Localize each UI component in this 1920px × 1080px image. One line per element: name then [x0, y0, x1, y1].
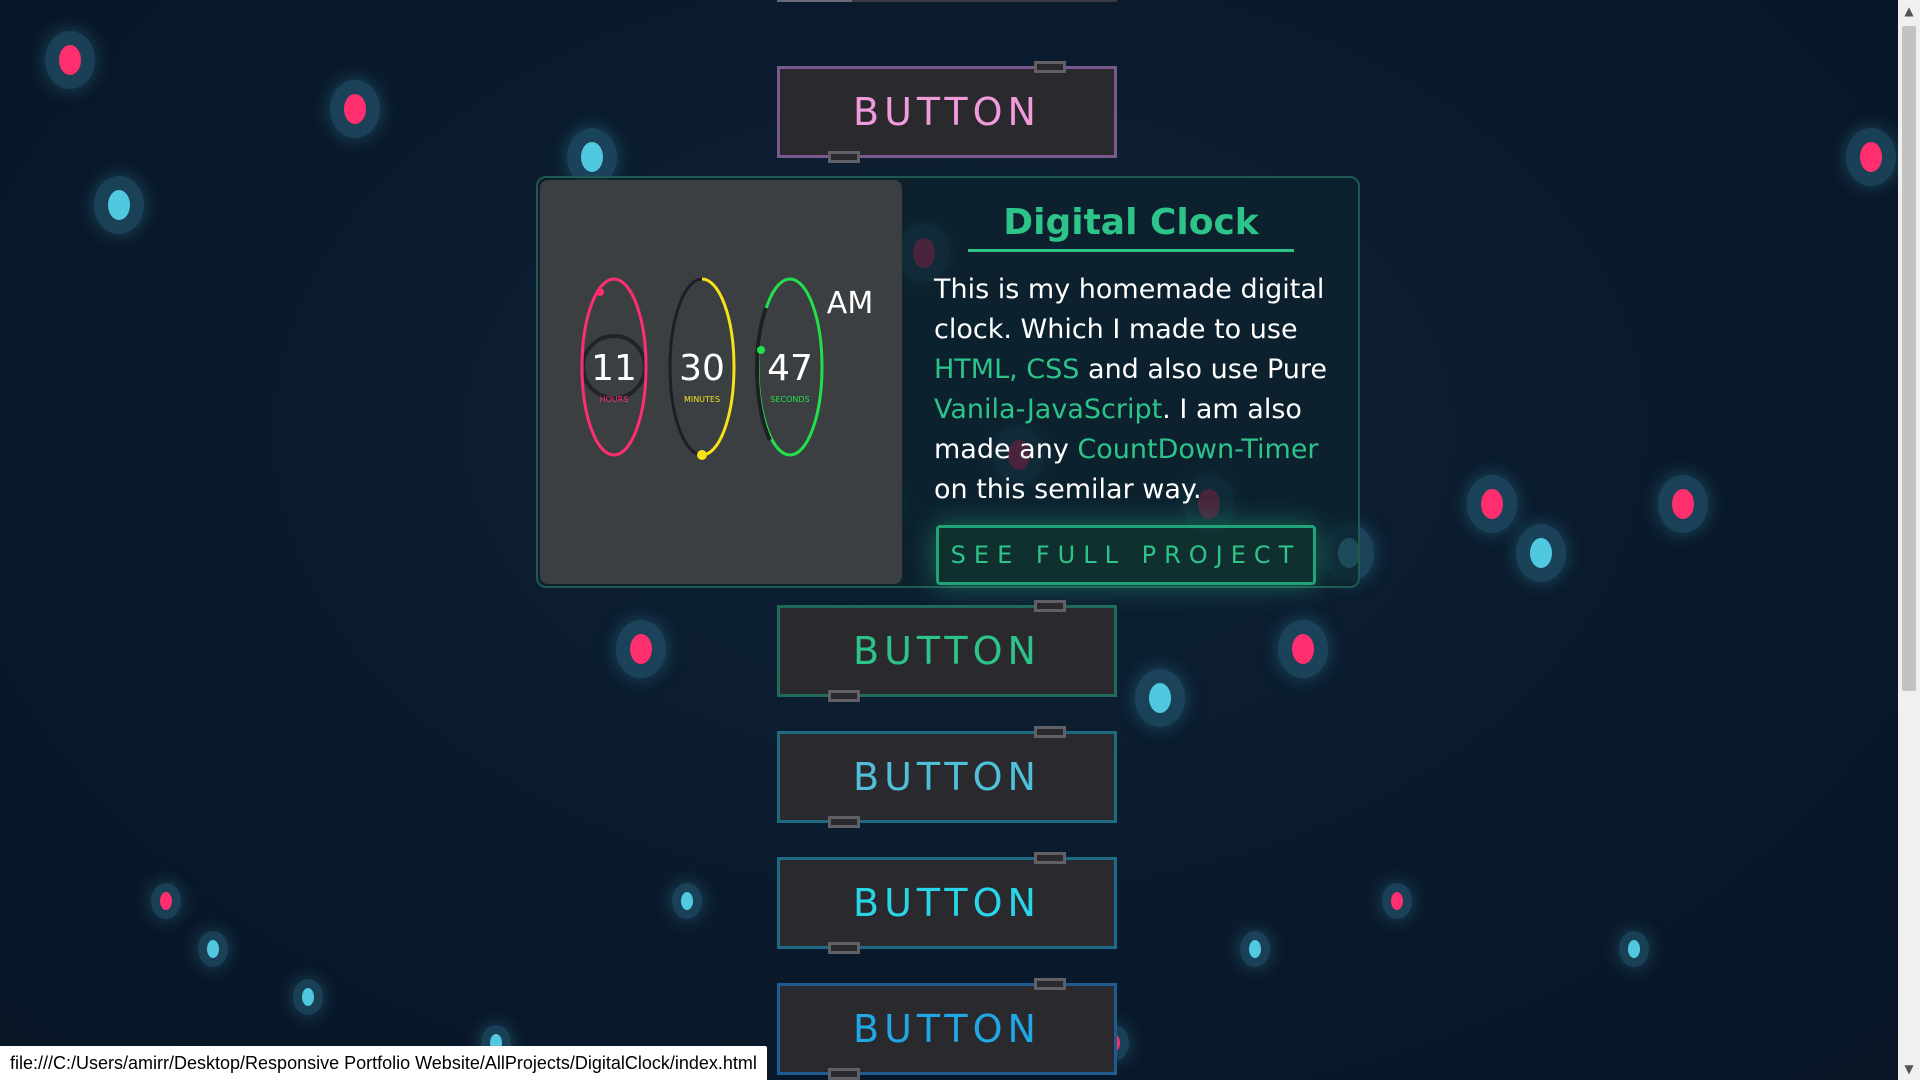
neon-button-3[interactable]: BUTTON — [777, 726, 1117, 828]
floating-dot — [1135, 669, 1185, 727]
neon-button-4[interactable]: BUTTON — [777, 852, 1117, 954]
scroll-up-arrow-icon[interactable]: ▲ — [1898, 0, 1920, 22]
desc-text: on this semilar way. — [934, 474, 1202, 505]
button-corner-tab — [1034, 852, 1066, 864]
browser-status-bar: file:///C:/Users/amirr/Desktop/Responsiv… — [0, 1046, 767, 1080]
button-corner-tab — [828, 151, 860, 163]
desc-highlight: HTML, CSS — [934, 354, 1080, 385]
desc-text: This is my homemade digital clock. Which… — [934, 274, 1325, 345]
see-full-project-button[interactable]: SEE FULL PROJECT — [936, 525, 1316, 585]
button-corner-tab — [1034, 600, 1066, 612]
page-background: BUTTON 11 HOURS 30 MINUTES 47 SECONDS AM… — [0, 0, 1898, 1080]
floating-dot — [330, 80, 380, 138]
floating-dot — [1278, 620, 1328, 678]
scrollbar-thumb[interactable] — [1902, 26, 1916, 691]
floating-dot — [567, 128, 617, 186]
desc-text: and also use Pure — [1079, 354, 1328, 385]
project-title: Digital Clock — [968, 202, 1294, 252]
button-label: BUTTON — [853, 629, 1041, 673]
floating-dot — [151, 883, 181, 919]
scroll-down-arrow-icon[interactable]: ▼ — [1898, 1058, 1920, 1080]
neon-button-1[interactable]: BUTTON — [777, 61, 1117, 163]
vertical-scrollbar[interactable]: ▲ ▼ — [1898, 0, 1920, 1080]
floating-dot — [293, 979, 323, 1015]
floating-dot — [94, 176, 144, 234]
button-corner-tab — [828, 816, 860, 828]
clock-hours-label: HOURS — [600, 395, 629, 404]
floating-dot — [1240, 931, 1270, 967]
button-corner-tab — [1034, 726, 1066, 738]
floating-dot — [198, 931, 228, 967]
button-corner-tab — [828, 690, 860, 702]
floating-dot — [1516, 524, 1566, 582]
floating-dot — [1846, 128, 1896, 186]
clock-period: AM — [827, 286, 873, 321]
floating-dot — [1467, 475, 1517, 533]
floating-dot — [1658, 475, 1708, 533]
button-label: BUTTON — [853, 755, 1041, 799]
clock-seconds-label: SECONDS — [770, 395, 809, 404]
floating-dot — [672, 883, 702, 919]
status-url: file:///C:/Users/amirr/Desktop/Responsiv… — [10, 1052, 757, 1073]
project-card: 11 HOURS 30 MINUTES 47 SECONDS AM Digita… — [536, 176, 1360, 588]
button-corner-tab — [1034, 978, 1066, 990]
floating-dot — [616, 620, 666, 678]
button-corner-tab — [1034, 61, 1066, 73]
floating-dot — [1619, 931, 1649, 967]
neon-button-2[interactable]: BUTTON — [777, 600, 1117, 702]
clock-minutes-value: 30 — [679, 348, 725, 389]
button-corner-tab — [828, 942, 860, 954]
clock-minutes-label: MINUTES — [684, 395, 720, 404]
desc-highlight: CountDown-Timer — [1077, 434, 1319, 465]
previous-section-edge — [777, 0, 1117, 2]
clock-preview-graphic: 11 HOURS 30 MINUTES 47 SECONDS AM — [580, 277, 873, 460]
project-description: This is my homemade digital clock. Which… — [934, 270, 1344, 510]
button-label: BUTTON — [853, 90, 1041, 134]
desc-highlight: Vanila-JavaScript — [934, 394, 1163, 425]
button-corner-tab — [828, 1068, 860, 1080]
button-label: BUTTON — [853, 1007, 1041, 1051]
clock-hours-value: 11 — [591, 348, 637, 389]
button-label: BUTTON — [853, 881, 1041, 925]
floating-dot — [1382, 883, 1412, 919]
floating-dot — [45, 31, 95, 89]
clock-seconds-value: 47 — [767, 348, 813, 389]
project-preview-image[interactable]: 11 HOURS 30 MINUTES 47 SECONDS AM — [540, 180, 902, 584]
neon-button-5[interactable]: BUTTON — [777, 978, 1117, 1080]
